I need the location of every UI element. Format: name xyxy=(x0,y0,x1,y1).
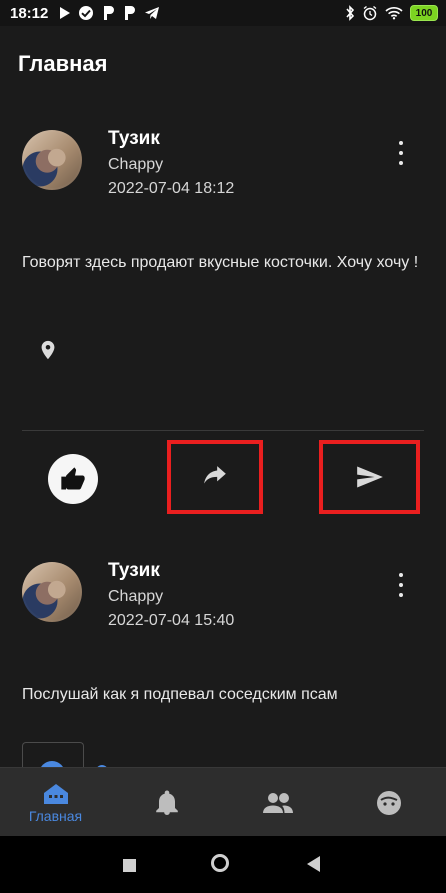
status-left-icons xyxy=(60,5,160,21)
status-bar: 18:12 100 xyxy=(0,0,446,26)
home-icon xyxy=(43,783,68,804)
alarm-icon xyxy=(363,5,377,21)
thumbs-up-icon xyxy=(61,467,85,490)
battery-level: 100 xyxy=(415,7,433,19)
post-text: Говорят здесь продают вкусные косточки. … xyxy=(22,254,419,271)
p-icon xyxy=(125,6,136,20)
home-button[interactable] xyxy=(211,854,229,872)
p-icon xyxy=(104,6,115,20)
post-author[interactable]: Тузик xyxy=(108,560,160,582)
nav-profile[interactable] xyxy=(333,768,444,837)
post-divider xyxy=(22,430,424,431)
more-options-button[interactable] xyxy=(393,573,409,597)
more-options-dot xyxy=(399,573,403,577)
wifi-icon xyxy=(385,7,403,20)
recent-apps-button[interactable] xyxy=(123,859,136,872)
bluetooth-icon xyxy=(346,5,355,21)
location-icon[interactable] xyxy=(37,337,59,363)
telegram-icon xyxy=(145,7,160,19)
avatar[interactable] xyxy=(22,130,82,190)
post-header: Тузик Chappy 2022-07-04 15:40 xyxy=(22,560,422,632)
more-options-dot xyxy=(399,583,403,587)
send-icon xyxy=(356,466,383,488)
more-options-dot xyxy=(399,151,403,155)
avatar[interactable] xyxy=(22,562,82,622)
post-username: Chappy xyxy=(108,156,164,173)
people-icon xyxy=(262,792,293,813)
page-title: Главная xyxy=(18,51,108,76)
bell-icon xyxy=(155,790,178,815)
back-button[interactable] xyxy=(307,856,320,872)
face-icon xyxy=(376,790,401,815)
post-username: Chappy xyxy=(108,588,164,605)
bottom-navigation: Главная xyxy=(0,767,446,837)
status-time: 18:12 xyxy=(10,4,49,22)
status-right: 100 xyxy=(345,5,438,21)
nav-notifications[interactable] xyxy=(111,768,222,837)
more-options-button[interactable] xyxy=(393,141,409,165)
more-options-dot xyxy=(399,161,403,165)
play-icon xyxy=(60,7,71,19)
share-button[interactable] xyxy=(167,440,263,514)
more-options-dot xyxy=(399,593,403,597)
nav-home[interactable]: Главная xyxy=(0,768,111,837)
app-header: Главная xyxy=(0,26,446,102)
nav-friends[interactable] xyxy=(222,768,333,837)
post-actions xyxy=(0,440,446,517)
send-button[interactable] xyxy=(319,440,420,514)
battery-icon: 100 xyxy=(410,5,438,21)
post-timestamp: 2022-07-04 18:12 xyxy=(108,180,235,197)
post-timestamp: 2022-07-04 15:40 xyxy=(108,612,235,629)
post-header: Тузик Chappy 2022-07-04 18:12 xyxy=(22,128,422,200)
more-options-dot xyxy=(399,141,403,145)
system-navigation-bar xyxy=(0,836,446,893)
like-button[interactable] xyxy=(48,454,98,504)
share-arrow-icon xyxy=(204,466,226,484)
nav-home-label: Главная xyxy=(28,807,83,824)
post-text: Послушай как я подпевал соседским псам xyxy=(22,686,338,703)
checkmark-circle-icon xyxy=(79,6,94,20)
post-author[interactable]: Тузик xyxy=(108,128,160,150)
